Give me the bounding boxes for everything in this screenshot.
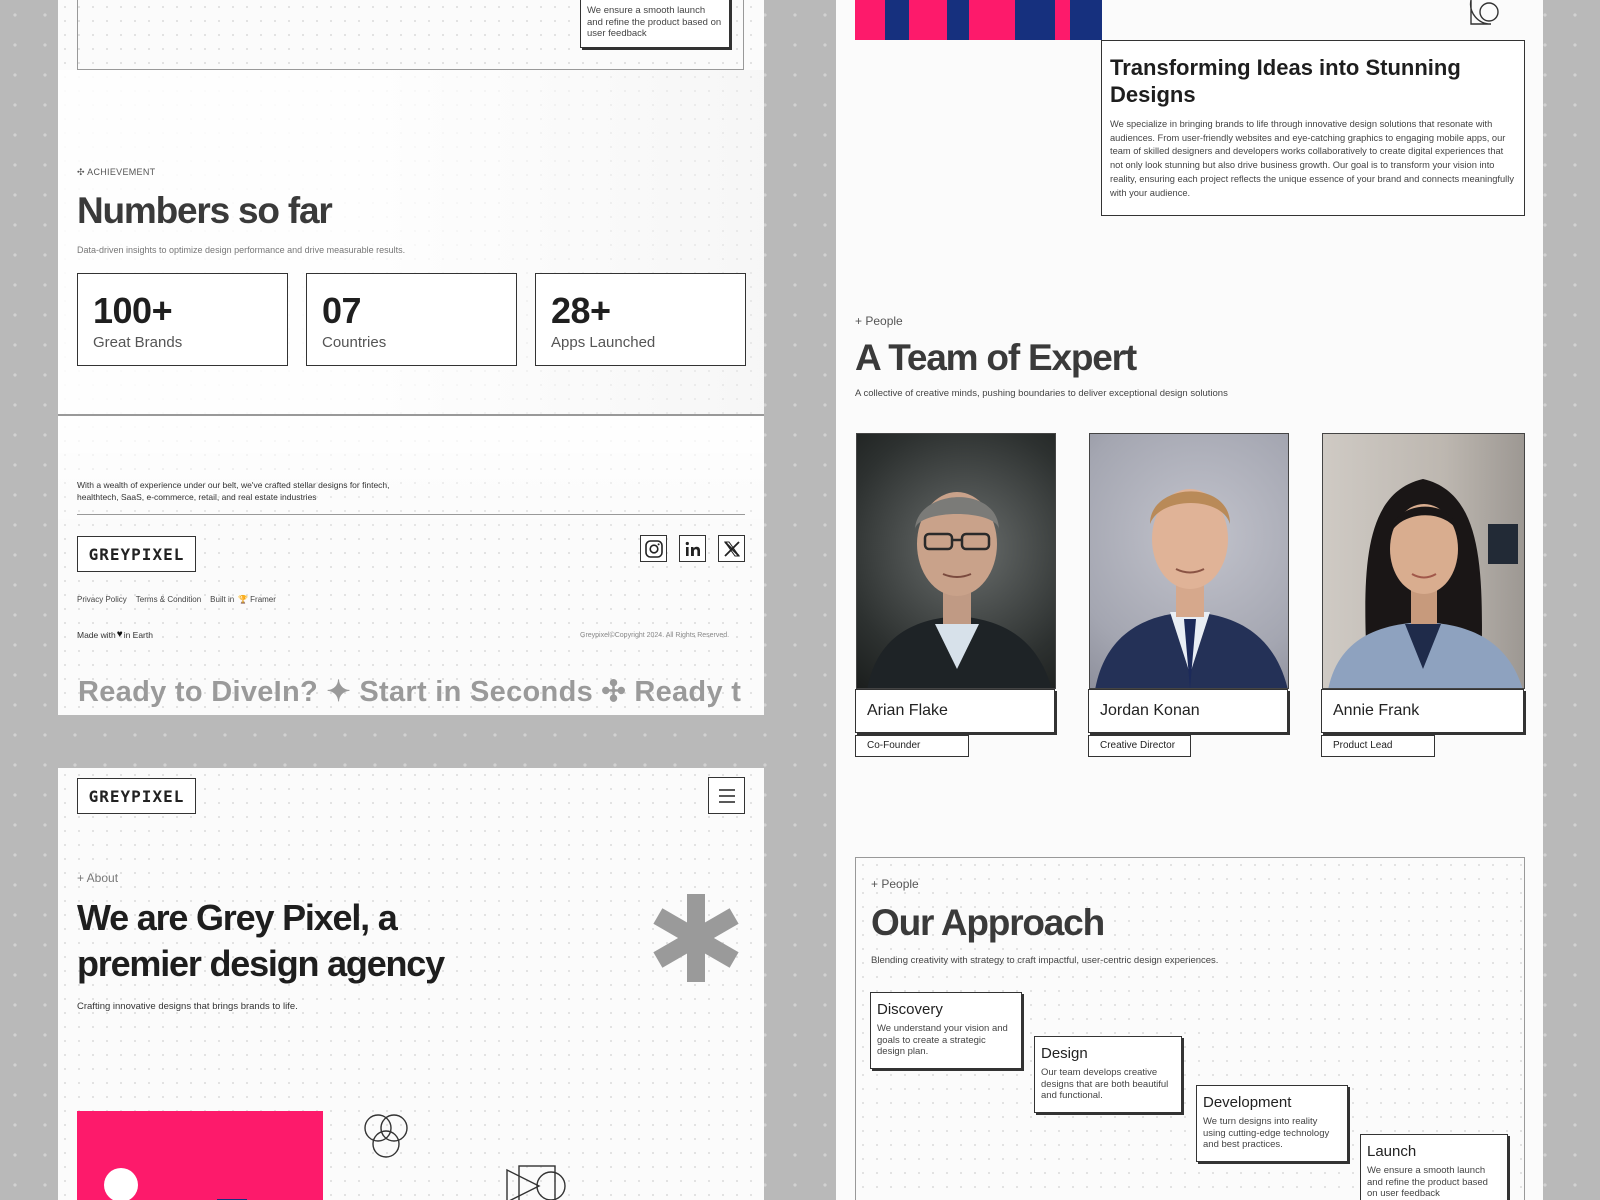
cta-marquee[interactable]: Ready to DiveIn? ✦ Start in Seconds ✣ Re… (78, 674, 741, 709)
approach-subtitle: Blending creativity with strategy to cra… (871, 955, 1219, 966)
stat-value: 100+ (93, 290, 173, 331)
member-name-card: Arian Flake (855, 689, 1055, 733)
approach-title: Our Approach (871, 902, 1105, 943)
achievement-title: Numbers so far (77, 190, 333, 231)
step-desc: We understand your vision and goals to c… (877, 1023, 1008, 1057)
step-title: Launch (1367, 1143, 1417, 1160)
team-subtitle: A collective of creative minds, pushing … (855, 388, 1228, 399)
about-subtitle: Crafting innovative designs that brings … (77, 1001, 298, 1012)
intro-title: Transforming Ideas into Stunning Designs (1110, 54, 1516, 108)
navy-letter-shape (947, 0, 969, 40)
stat-value: 28+ (551, 290, 611, 331)
header-logo[interactable]: GREYPIXEL (77, 778, 196, 814)
achievement-subtitle: Data-driven insights to optimize design … (77, 245, 406, 255)
x-button[interactable] (718, 535, 745, 562)
stat-card: 07 Countries (306, 273, 517, 366)
step-card-discovery: Discovery We understand your vision and … (870, 992, 1022, 1069)
x-icon (723, 540, 740, 557)
stat-card: 28+ Apps Launched (535, 273, 746, 366)
step-title: Development (1203, 1094, 1292, 1111)
hamburger-icon (718, 788, 735, 803)
semicircle-shape-icon (1469, 0, 1499, 25)
step-card-design: Design Our team develops creative design… (1034, 1036, 1182, 1113)
linkedin-icon (685, 541, 700, 556)
member-photo-annie (1322, 433, 1525, 689)
launch-step-card: We ensure a smooth launch and refine the… (580, 0, 730, 48)
footer-divider (77, 514, 745, 515)
step-desc: We ensure a smooth launch and refine the… (1367, 1165, 1488, 1199)
made-with-prefix: Made with (77, 629, 116, 640)
step-title: Discovery (877, 1001, 943, 1018)
footer-glow (58, 416, 764, 536)
asterisk-icon (653, 894, 739, 982)
team-eyebrow: + People (855, 314, 903, 328)
navy-letter-shape (1070, 0, 1102, 40)
about-title-line1: We are Grey Pixel, a (77, 897, 398, 938)
step-card-development: Development We turn designs into reality… (1196, 1085, 1348, 1162)
footer-description: With a wealth of experience under our be… (77, 480, 390, 502)
approach-section: + People Our Approach Blending creativit… (855, 857, 1525, 1200)
stat-card: 100+ Great Brands (77, 273, 288, 366)
approach-eyebrow: + People (871, 877, 919, 891)
play-shape-icon (506, 1165, 566, 1200)
step-desc: We turn designs into reality using cutti… (1203, 1116, 1330, 1150)
linkedin-button[interactable] (679, 535, 706, 562)
about-hero-panel: GREYPIXEL + About We are Grey Pixel, a p… (58, 768, 764, 1200)
intro-title-line2: Designs (1110, 82, 1196, 107)
member-role-tag: Product Lead (1321, 735, 1435, 757)
intro-body: We specialize in bringing brands to life… (1110, 119, 1514, 198)
terms-link[interactable]: Terms & Condition (136, 595, 201, 604)
heart-icon: ♥ (116, 629, 123, 640)
instagram-icon (644, 539, 663, 558)
about-title-line2: premier design agency (77, 943, 445, 984)
portrait-woman-blazer (1328, 479, 1523, 688)
member-photo-arian (856, 433, 1056, 689)
member-photo-jordan (1089, 433, 1289, 689)
member-role-tag: Co-Founder (855, 735, 969, 757)
footer-logo[interactable]: GREYPIXEL (77, 536, 196, 572)
made-with-suffix: in Earth (123, 629, 153, 640)
white-circle (104, 1168, 138, 1200)
intro-card: Transforming Ideas into Stunning Designs… (1101, 40, 1525, 216)
achievement-footer-panel: We ensure a smooth launch and refine the… (58, 0, 764, 715)
member-role-tag: Creative Director (1088, 735, 1191, 757)
right-column-panel: Transforming Ideas into Stunning Designs… (836, 0, 1543, 1200)
portrait-man-suit (1095, 489, 1288, 688)
stat-label: Countries (322, 334, 387, 351)
brand-artwork (855, 0, 1102, 40)
made-with: Made with ♥ in Earth (77, 629, 153, 640)
team-title: A Team of Expert (855, 337, 1137, 378)
venn-circles-icon (364, 1114, 408, 1158)
built-in-label: Built in (210, 595, 235, 604)
launch-step-desc: We ensure a smooth launch and refine the… (587, 5, 722, 39)
copyright: Greypixel©Copyright 2024. All Rights Res… (580, 632, 730, 639)
step-card-launch: Launch We ensure a smooth launch and ref… (1360, 1134, 1508, 1200)
about-eyebrow: + About (77, 871, 119, 885)
stat-label: Great Brands (93, 334, 183, 351)
footer-links: Privacy Policy Terms & Condition Built i… (77, 595, 285, 604)
instagram-button[interactable] (640, 535, 667, 562)
stat-value: 07 (322, 290, 362, 331)
intro-title-line1: Transforming Ideas into Stunning (1110, 55, 1461, 80)
privacy-policy-link[interactable]: Privacy Policy (77, 595, 127, 604)
achievement-eyebrow: ✣ ACHIEVEMENT (77, 167, 156, 177)
menu-button[interactable] (708, 777, 745, 814)
step-desc: Our team develops creative designs that … (1041, 1067, 1169, 1101)
framer-icon: 🏆 (238, 595, 249, 604)
framer-link[interactable]: Framer (250, 595, 276, 604)
stat-label: Apps Launched (551, 334, 656, 351)
portrait-man-glasses (867, 492, 1052, 688)
about-title: We are Grey Pixel, a premier design agen… (77, 895, 445, 987)
member-name-card: Annie Frank (1321, 689, 1524, 733)
pink-artwork (77, 1111, 323, 1200)
navy-letter-shape (1015, 0, 1055, 40)
step-title: Design (1041, 1045, 1088, 1062)
member-name-card: Jordan Konan (1088, 689, 1288, 733)
navy-letter-shape (885, 0, 909, 40)
